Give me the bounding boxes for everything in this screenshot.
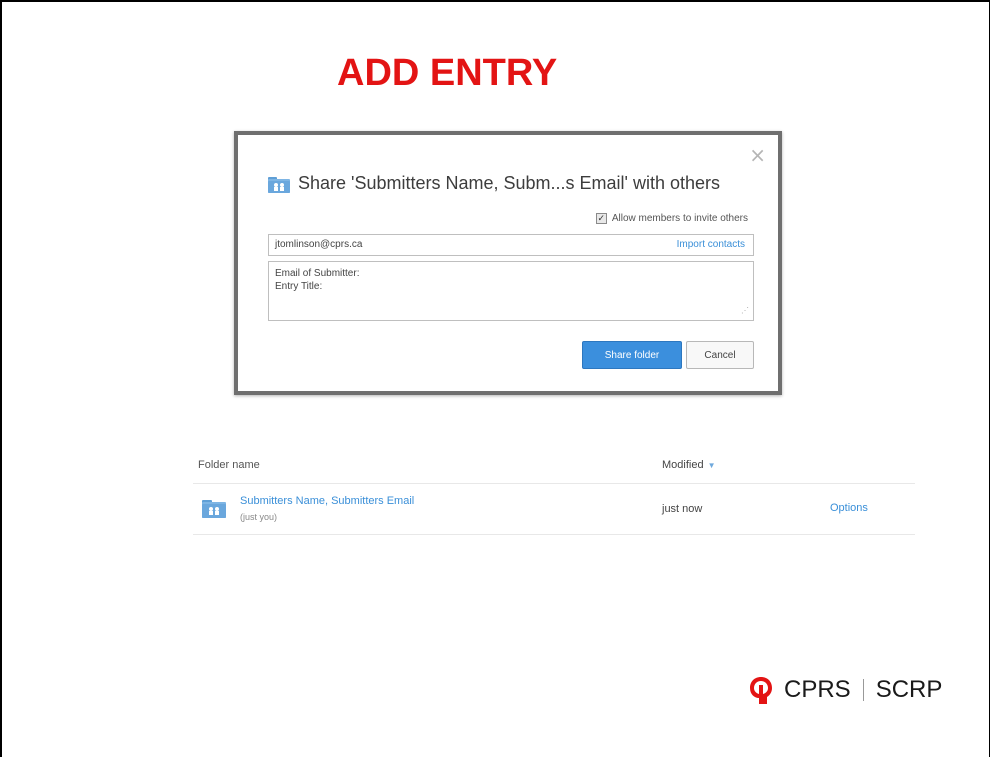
message-line: Email of Submitter: bbox=[275, 268, 360, 279]
message-textarea[interactable]: Email of Submitter: Entry Title: ⋰ bbox=[268, 261, 754, 321]
table-row[interactable]: Submitters Name, Submitters Email (just … bbox=[193, 484, 915, 535]
column-header-modified-label: Modified bbox=[662, 459, 704, 471]
folder-sharing-status: (just you) bbox=[240, 512, 278, 522]
slide-title: ADD ENTRY bbox=[337, 52, 558, 94]
allow-invite-label: Allow members to invite others bbox=[611, 213, 748, 224]
resize-grip-icon[interactable]: ⋰ bbox=[741, 304, 749, 317]
cprs-logo-mark bbox=[750, 677, 772, 704]
cancel-button[interactable]: Cancel bbox=[686, 341, 754, 369]
cprs-logo: CPRS SCRP bbox=[748, 675, 942, 705]
checkbox-checked-icon[interactable]: ✓ bbox=[595, 213, 607, 224]
email-value: jtomlinson@cprs.ca bbox=[275, 239, 363, 250]
modified-value: just now bbox=[662, 503, 703, 515]
message-line: Entry Title: bbox=[275, 281, 323, 292]
shared-folder-icon bbox=[202, 500, 226, 518]
logo-text-cprs: CPRS bbox=[784, 676, 851, 703]
email-field[interactable]: jtomlinson@cprs.ca Import contacts bbox=[268, 234, 754, 256]
import-contacts-link[interactable]: Import contacts bbox=[677, 239, 745, 250]
share-dialog: × Share 'Submitters Name, Subm...s Email… bbox=[234, 131, 782, 395]
share-folder-button[interactable]: Share folder bbox=[582, 341, 682, 369]
options-link[interactable]: Options bbox=[830, 502, 868, 514]
logo-divider bbox=[862, 679, 864, 701]
dialog-header: Share 'Submitters Name, Subm...s Email' … bbox=[268, 173, 720, 194]
sort-down-icon[interactable]: ▼ bbox=[708, 461, 716, 470]
dialog-title: Share 'Submitters Name, Subm...s Email' … bbox=[298, 173, 721, 193]
file-list-header: Folder name Modified ▼ bbox=[193, 453, 915, 484]
logo-text-scrp: SCRP bbox=[875, 676, 943, 703]
shared-folder-icon bbox=[268, 176, 290, 193]
column-header-modified[interactable]: Modified ▼ bbox=[662, 459, 716, 471]
close-icon[interactable]: × bbox=[749, 143, 766, 167]
column-header-folder-name[interactable]: Folder name bbox=[198, 459, 260, 471]
allow-invite-row[interactable]: ✓ Allow members to invite others bbox=[595, 213, 748, 224]
folder-name-link[interactable]: Submitters Name, Submitters Email bbox=[240, 495, 414, 507]
